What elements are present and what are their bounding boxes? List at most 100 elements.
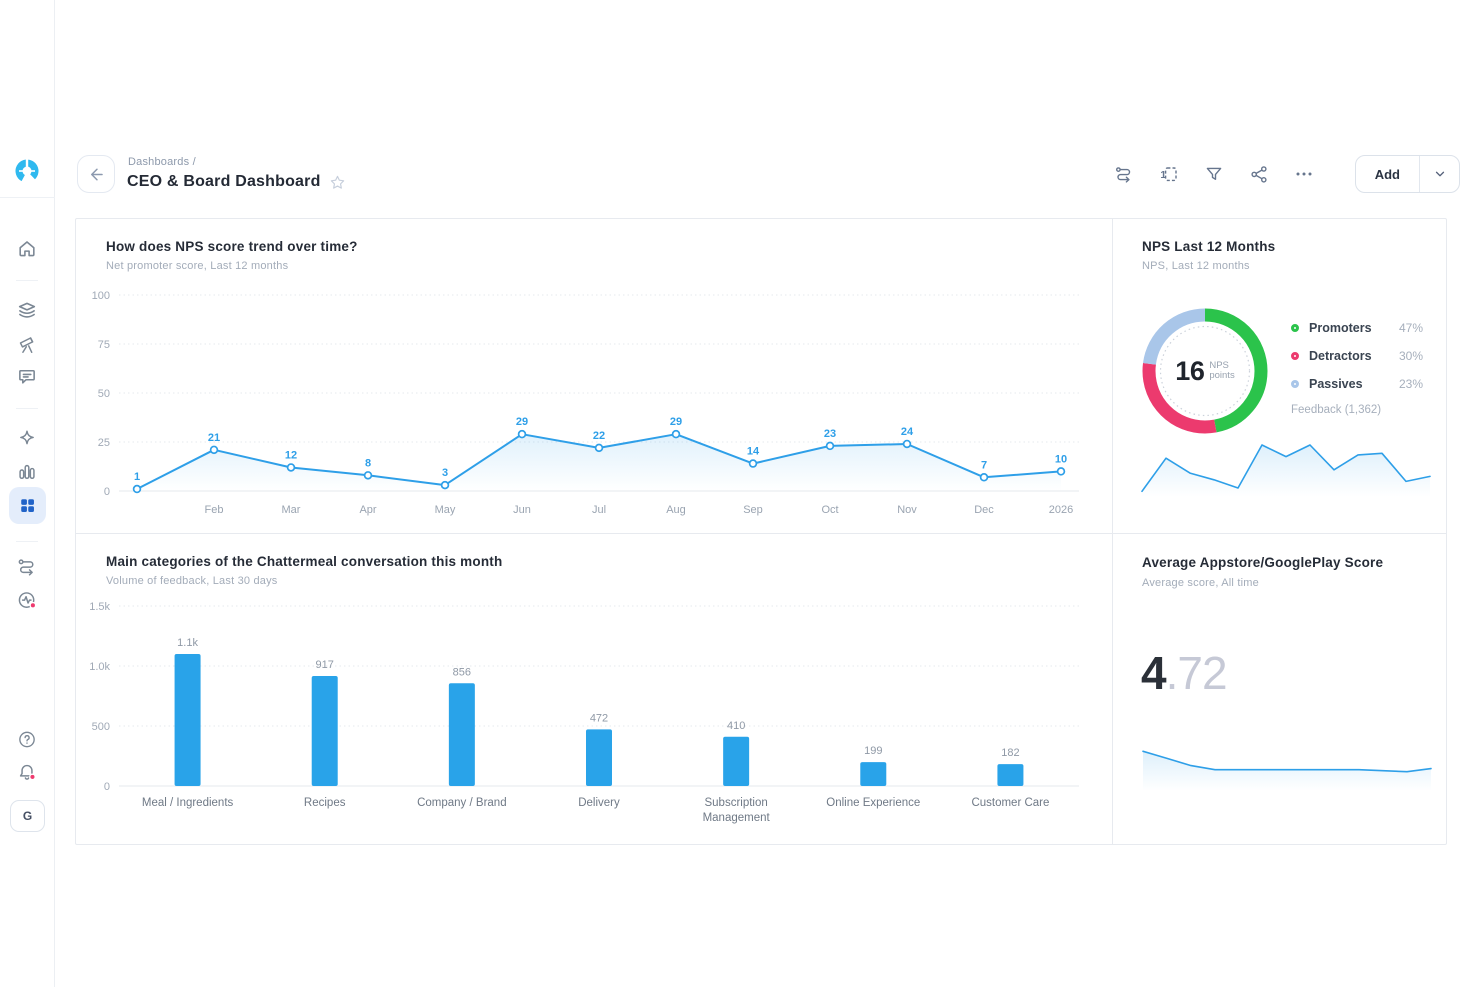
arrow-left-icon xyxy=(87,165,106,184)
appstore-sparkline[interactable] xyxy=(1140,730,1434,792)
categories-bar-chart[interactable]: 05001.0k1.5k1.1kMeal / Ingredients917Rec… xyxy=(84,592,1089,842)
svg-text:Feb: Feb xyxy=(205,504,224,516)
sidebar-group-divider xyxy=(16,541,38,542)
sidebar-group-divider xyxy=(16,408,38,409)
svg-text:24: 24 xyxy=(901,426,914,438)
svg-text:410: 410 xyxy=(727,720,745,732)
bar-chart-icon[interactable] xyxy=(17,461,38,482)
app-logo-icon[interactable] xyxy=(11,156,43,188)
sparkle-icon[interactable] xyxy=(17,428,38,449)
svg-text:1.1k: 1.1k xyxy=(177,637,198,649)
widget-conversation-categories: Main categories of the Chattermeal conve… xyxy=(76,534,1113,845)
svg-text:Delivery: Delivery xyxy=(578,797,620,809)
svg-text:1: 1 xyxy=(1160,169,1166,181)
svg-text:50: 50 xyxy=(98,388,110,400)
svg-text:29: 29 xyxy=(516,416,528,428)
svg-text:23: 23 xyxy=(824,428,836,440)
avatar-initial: G xyxy=(23,809,32,823)
svg-text:Nov: Nov xyxy=(897,504,917,516)
more-options-icon[interactable] xyxy=(1294,164,1314,184)
widget-nps-summary: NPS Last 12 Months NPS, Last 12 months 1… xyxy=(1113,219,1447,534)
svg-text:Subscription: Subscription xyxy=(704,797,767,809)
add-split-button: Add xyxy=(1355,155,1460,193)
widget-title: Average Appstore/GooglePlay Score xyxy=(1142,555,1383,570)
bell-icon[interactable] xyxy=(17,762,38,783)
automation-flow-icon[interactable] xyxy=(1114,164,1134,184)
add-dropdown-button[interactable] xyxy=(1420,156,1459,192)
widget-nps-trend: How does NPS score trend over time? Net … xyxy=(76,219,1113,534)
legend-item-promoters[interactable]: Promoters 47% xyxy=(1291,321,1423,335)
widget-title: How does NPS score trend over time? xyxy=(106,239,358,254)
svg-text:0: 0 xyxy=(104,781,110,793)
widget-title: Main categories of the Chattermeal conve… xyxy=(106,554,502,569)
feedback-count[interactable]: Feedback (1,362) xyxy=(1291,404,1381,416)
appstore-score-value: 4 .72 xyxy=(1141,646,1227,700)
user-avatar[interactable]: G xyxy=(10,800,45,832)
legend-item-detractors[interactable]: Detractors 30% xyxy=(1291,349,1423,363)
svg-text:1: 1 xyxy=(134,471,140,483)
breadcrumb[interactable]: Dashboards / xyxy=(128,156,196,168)
nps-trend-line-chart[interactable]: 0255075100121Feb12Mar8Apr3May29Jun22Jul2… xyxy=(84,281,1089,526)
svg-text:500: 500 xyxy=(92,721,110,733)
widget-title: NPS Last 12 Months xyxy=(1142,239,1275,254)
svg-text:May: May xyxy=(435,504,456,516)
telescope-icon[interactable] xyxy=(17,334,38,355)
svg-text:29: 29 xyxy=(670,416,682,428)
share-icon[interactable] xyxy=(1249,164,1269,184)
svg-text:0: 0 xyxy=(104,486,110,498)
chevron-down-icon xyxy=(1433,167,1447,181)
nps-donut-chart[interactable]: 16 NPS points xyxy=(1139,305,1271,437)
svg-text:Customer Care: Customer Care xyxy=(971,797,1049,809)
svg-text:75: 75 xyxy=(98,339,110,351)
layers-icon[interactable] xyxy=(17,300,38,321)
widget-subtitle: Volume of feedback, Last 30 days xyxy=(106,575,278,587)
svg-text:14: 14 xyxy=(747,446,760,458)
svg-text:12: 12 xyxy=(285,449,297,461)
widget-subtitle: Average score, All time xyxy=(1142,577,1259,589)
widget-subtitle: NPS, Last 12 months xyxy=(1142,260,1250,272)
dashboard-canvas: How does NPS score trend over time? Net … xyxy=(75,218,1447,845)
sidebar-item-dashboards-active[interactable] xyxy=(9,487,46,524)
svg-text:Online Experience: Online Experience xyxy=(826,797,920,809)
sidebar: G xyxy=(0,0,55,987)
favorite-star-icon[interactable] xyxy=(329,174,346,191)
donut-center: 16 NPS points xyxy=(1155,321,1255,421)
automation-flow-icon[interactable] xyxy=(17,556,38,577)
svg-text:Jul: Jul xyxy=(592,504,606,516)
sidebar-divider xyxy=(0,197,55,198)
svg-text:182: 182 xyxy=(1001,747,1019,759)
legend-item-passives[interactable]: Passives 23% xyxy=(1291,377,1423,391)
svg-text:Management: Management xyxy=(703,812,771,824)
chat-icon[interactable] xyxy=(17,366,38,387)
svg-text:Oct: Oct xyxy=(821,504,838,516)
nps-legend: Promoters 47% Detractors 30% Passives 23… xyxy=(1291,321,1423,405)
help-icon[interactable] xyxy=(17,729,38,750)
svg-text:856: 856 xyxy=(453,666,471,678)
svg-text:Mar: Mar xyxy=(282,504,301,516)
back-button[interactable] xyxy=(77,155,115,193)
activity-health-icon[interactable] xyxy=(17,590,38,611)
svg-text:1.5k: 1.5k xyxy=(89,601,110,613)
svg-text:Sep: Sep xyxy=(743,504,763,516)
svg-text:Dec: Dec xyxy=(974,504,994,516)
widget-appstore-score: Average Appstore/GooglePlay Score Averag… xyxy=(1113,534,1447,845)
svg-text:10: 10 xyxy=(1055,453,1067,465)
nps-sparkline[interactable] xyxy=(1139,434,1433,498)
svg-text:Apr: Apr xyxy=(359,504,376,516)
widget-subtitle: Net promoter score, Last 12 months xyxy=(106,260,288,272)
svg-text:3: 3 xyxy=(442,467,448,479)
filter-icon[interactable] xyxy=(1204,164,1224,184)
svg-text:21: 21 xyxy=(208,432,220,444)
svg-text:199: 199 xyxy=(864,745,882,757)
add-button[interactable]: Add xyxy=(1356,156,1419,192)
nps-score-value: 16 xyxy=(1175,356,1204,387)
page-title: CEO & Board Dashboard xyxy=(127,173,321,191)
svg-text:1.0k: 1.0k xyxy=(89,661,110,673)
date-range-icon[interactable]: 1 xyxy=(1159,164,1179,184)
promoters-dot-icon xyxy=(1291,324,1299,332)
svg-text:472: 472 xyxy=(590,712,608,724)
nps-score-unit: NPS points xyxy=(1209,361,1234,382)
svg-text:22: 22 xyxy=(593,430,605,442)
dashboard-grid-icon xyxy=(18,496,37,515)
home-icon[interactable] xyxy=(17,238,38,259)
